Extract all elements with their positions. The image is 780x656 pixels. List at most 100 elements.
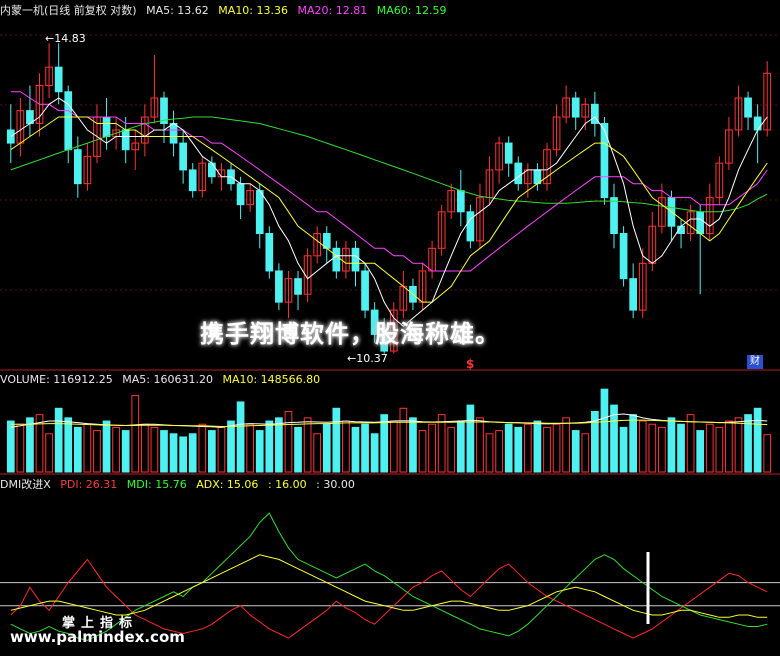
volume-bar xyxy=(686,414,695,473)
volume-bar xyxy=(342,420,350,473)
level-label: : 30.00 xyxy=(316,478,355,491)
volume-bar xyxy=(227,420,235,473)
volume-bar xyxy=(533,420,542,473)
volume-bar xyxy=(514,426,523,473)
candle-body xyxy=(73,149,82,185)
candle-body xyxy=(629,278,638,311)
volume-ma5-label: MA5: 160631.20 xyxy=(122,373,213,386)
volume-bar xyxy=(552,423,561,473)
volume-bar xyxy=(361,423,369,473)
adx-line xyxy=(10,554,768,618)
volume-bar xyxy=(131,395,140,473)
volume-bar xyxy=(294,426,302,473)
dmi-header: DMI改进X PDI: 26.31 MDI: 15.76 ADX: 15.06 … xyxy=(0,476,361,492)
volume-bar xyxy=(543,426,551,473)
volume-bar xyxy=(198,423,207,473)
volume-bar xyxy=(370,433,379,473)
volume-bar xyxy=(16,423,25,473)
volume-bar xyxy=(26,417,34,473)
volume-bar xyxy=(45,433,53,473)
volume-bar xyxy=(64,417,73,473)
candle-body xyxy=(571,97,580,118)
volume-bar xyxy=(121,430,130,473)
volume-bar xyxy=(447,426,456,473)
volume-bar xyxy=(715,426,724,473)
candle-body xyxy=(504,142,513,164)
volume-header: VOLUME: 116912.25 MA5: 160631.20 MA10: 1… xyxy=(0,373,326,386)
volume-bar xyxy=(236,401,245,473)
volume-bar xyxy=(389,420,398,473)
ma20-line xyxy=(10,91,768,272)
volume-bar xyxy=(504,423,513,473)
ma60-label: MA60: 12.59 xyxy=(376,4,447,17)
volume-bar xyxy=(581,433,590,473)
dollar-mark: $ xyxy=(466,357,475,371)
candle-body xyxy=(456,190,465,213)
volume-bar xyxy=(619,426,628,473)
volume-bar xyxy=(83,423,92,473)
dmi-name: DMI改进X xyxy=(0,478,51,491)
volume-bar xyxy=(677,423,685,473)
candle-body xyxy=(102,116,111,137)
volume-bar xyxy=(255,430,264,473)
volume-bar xyxy=(495,430,503,473)
candle-body xyxy=(619,233,628,280)
volume-bar xyxy=(696,430,705,473)
finance-badge[interactable]: 财 xyxy=(747,355,763,369)
volume-bar xyxy=(705,423,714,473)
volume-bar xyxy=(571,430,580,473)
price-header: 内蒙一机(日线 前复权 对数) MA5: 13.62 MA10: 13.36 M… xyxy=(0,2,452,18)
high-price-label: ←14.83 xyxy=(45,32,86,45)
volume-bar xyxy=(140,423,149,473)
volume-bar xyxy=(667,417,676,473)
volume-bar xyxy=(332,407,341,473)
candle-body xyxy=(466,211,475,242)
candle-body xyxy=(121,129,130,151)
volume-bar xyxy=(734,417,743,473)
volume-bar xyxy=(246,423,255,473)
candle-body xyxy=(744,97,752,118)
candle-body xyxy=(514,162,523,185)
volume-bar xyxy=(102,420,111,473)
volume-bar xyxy=(93,430,101,473)
volume-bar xyxy=(638,420,647,473)
candle-body xyxy=(294,278,302,295)
volume-bar xyxy=(725,420,733,473)
candle-body xyxy=(188,169,197,192)
candle-body xyxy=(6,129,15,144)
candle-body xyxy=(753,116,762,131)
ma5-label: MA5: 13.62 xyxy=(146,4,209,17)
volume-bar xyxy=(437,414,446,473)
volume-bar xyxy=(112,426,120,473)
candle-body xyxy=(64,91,73,151)
candle-body xyxy=(54,66,63,93)
candle-body xyxy=(255,190,264,235)
volume-bar xyxy=(265,420,274,473)
low-price-label: ←10.37 xyxy=(347,352,388,365)
volume-bar xyxy=(428,423,436,473)
volume-bar xyxy=(275,417,283,473)
ma20-label: MA20: 12.81 xyxy=(297,4,368,17)
candle-body xyxy=(236,183,245,206)
volume-bar xyxy=(160,430,168,473)
pdi-label: PDI: 26.31 xyxy=(60,478,118,491)
candle-body xyxy=(351,247,360,272)
stock-title: 内蒙一机(日线 前复权 对数) xyxy=(0,4,137,17)
volume-bar xyxy=(188,433,197,473)
candle-body xyxy=(265,233,274,272)
volume-bar xyxy=(476,417,484,473)
volume-bar xyxy=(485,433,494,473)
volume-bar xyxy=(753,407,762,473)
volume-bar xyxy=(466,404,475,473)
candle-body xyxy=(275,270,283,303)
ma10-label: MA10: 13.36 xyxy=(218,4,289,17)
candle-body xyxy=(208,162,216,178)
volume-bar xyxy=(179,436,187,473)
candle-body xyxy=(179,142,187,171)
volume-bar xyxy=(169,433,178,473)
volume-bar xyxy=(284,410,293,473)
adx-label: ADX: 15.06 xyxy=(196,478,259,491)
candle-body xyxy=(600,122,609,199)
slogan-text: 携手翔博软件，股海称雄。 xyxy=(200,319,500,348)
volume-bar xyxy=(763,434,772,473)
